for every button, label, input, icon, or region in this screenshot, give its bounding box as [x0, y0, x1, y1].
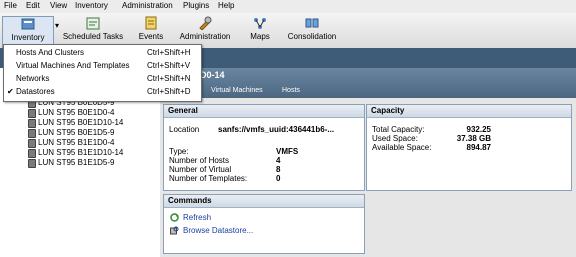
- inventory-icon: [21, 18, 35, 30]
- virtual-value: 8: [276, 165, 281, 174]
- commands-panel-title: Commands: [164, 195, 364, 208]
- menu-inventory[interactable]: Inventory: [75, 1, 108, 10]
- type-value: VMFS: [276, 147, 299, 156]
- checkmark-icon: ✔: [7, 87, 14, 96]
- inventory-label: Inventory: [11, 33, 45, 42]
- menu-administration[interactable]: Administration: [122, 1, 173, 10]
- events-icon: [145, 16, 157, 30]
- datastore-icon: [28, 119, 36, 128]
- tree-item[interactable]: LUN ST95 B1E1D10-14: [28, 148, 123, 158]
- total-capacity-value: 932.25: [466, 125, 491, 134]
- capacity-panel-title: Capacity: [367, 105, 571, 118]
- menu-view[interactable]: View: [50, 1, 67, 10]
- datastore-icon: [28, 139, 36, 148]
- location-label: Location: [169, 125, 200, 134]
- refresh-link[interactable]: Refresh: [183, 213, 211, 222]
- menu-bar: File Edit View Inventory Administration …: [0, 0, 576, 13]
- tab-hosts[interactable]: Hosts: [282, 87, 300, 94]
- menu-item-vms-and-templates[interactable]: Virtual Machines And Templates Ctrl+Shif…: [4, 60, 201, 72]
- templates-value: 0: [276, 174, 281, 183]
- datastore-icon: [28, 109, 36, 118]
- datastore-icon: [28, 129, 36, 138]
- available-space-label: Available Space:: [372, 143, 432, 152]
- browse-datastore-link[interactable]: Browse Datastore...: [183, 226, 253, 235]
- menu-plugins[interactable]: Plugins: [183, 1, 209, 10]
- tree-item[interactable]: LUN ST95 B0E1D0-4: [28, 108, 114, 118]
- tools-icon: [199, 16, 212, 30]
- maps-icon: [254, 18, 266, 29]
- consolidation-label: Consolidation: [287, 32, 337, 41]
- menu-item-networks[interactable]: Networks Ctrl+Shift+N: [4, 73, 201, 85]
- tab-virtual-machines[interactable]: Virtual Machines: [211, 87, 263, 94]
- inventory-dropdown-menu: Hosts And Clusters Ctrl+Shift+H Virtual …: [3, 44, 202, 102]
- datastore-icon: [28, 149, 36, 158]
- scheduled-tasks-label: Scheduled Tasks: [62, 32, 124, 41]
- scheduled-tasks-button[interactable]: Scheduled Tasks: [62, 16, 124, 46]
- templates-label: Number of Templates:: [169, 174, 248, 183]
- menu-item-datastores[interactable]: ✔ Datastores Ctrl+Shift+D: [4, 86, 201, 98]
- maps-button[interactable]: Maps: [246, 16, 274, 46]
- maps-label: Maps: [250, 32, 270, 41]
- events-button[interactable]: Events: [132, 16, 170, 46]
- scheduled-tasks-icon: [86, 17, 100, 30]
- general-panel: General Location sanfs://vmfs_uuid:43644…: [163, 104, 365, 191]
- available-space-value: 894.87: [466, 143, 491, 152]
- type-label: Type:: [169, 147, 189, 156]
- tree-item[interactable]: LUN ST95 B0E1D10-14: [28, 118, 123, 128]
- administration-button[interactable]: Administration: [177, 16, 233, 46]
- capacity-panel: Capacity Total Capacity: 932.25 Used Spa…: [366, 104, 572, 191]
- tree-item[interactable]: LUN ST95 B0E1D5-9: [28, 128, 114, 138]
- virtual-label: Number of Virtual: [169, 165, 232, 174]
- hosts-value: 4: [276, 156, 281, 165]
- tree-item[interactable]: LUN ST95 B1E1D5-9: [28, 158, 114, 168]
- commands-panel: Commands Refresh Browse Datastore...: [163, 194, 365, 254]
- refresh-icon: [170, 213, 179, 222]
- browse-datastore-icon: [170, 226, 179, 235]
- general-panel-title: General: [164, 105, 364, 118]
- consolidation-button[interactable]: Consolidation: [286, 16, 338, 46]
- tree-item[interactable]: LUN ST95 B1E1D0-4: [28, 138, 114, 148]
- location-value: sanfs://vmfs_uuid:436441b6-...: [218, 125, 335, 134]
- menu-help[interactable]: Help: [218, 1, 234, 10]
- inventory-title: D0-14: [200, 70, 225, 80]
- events-label: Events: [138, 32, 164, 41]
- consolidation-icon: [305, 18, 319, 28]
- hosts-label: Number of Hosts: [169, 156, 230, 165]
- menu-item-hosts-and-clusters[interactable]: Hosts And Clusters Ctrl+Shift+H: [4, 47, 201, 59]
- menu-file[interactable]: File: [4, 1, 17, 10]
- datastore-icon: [28, 159, 36, 168]
- used-space-label: Used Space:: [372, 134, 418, 143]
- menu-edit[interactable]: Edit: [26, 1, 40, 10]
- administration-label: Administration: [179, 32, 231, 41]
- main-content: General Location sanfs://vmfs_uuid:43644…: [160, 98, 576, 257]
- total-capacity-label: Total Capacity:: [372, 125, 425, 134]
- used-space-value: 37.38 GB: [456, 134, 491, 143]
